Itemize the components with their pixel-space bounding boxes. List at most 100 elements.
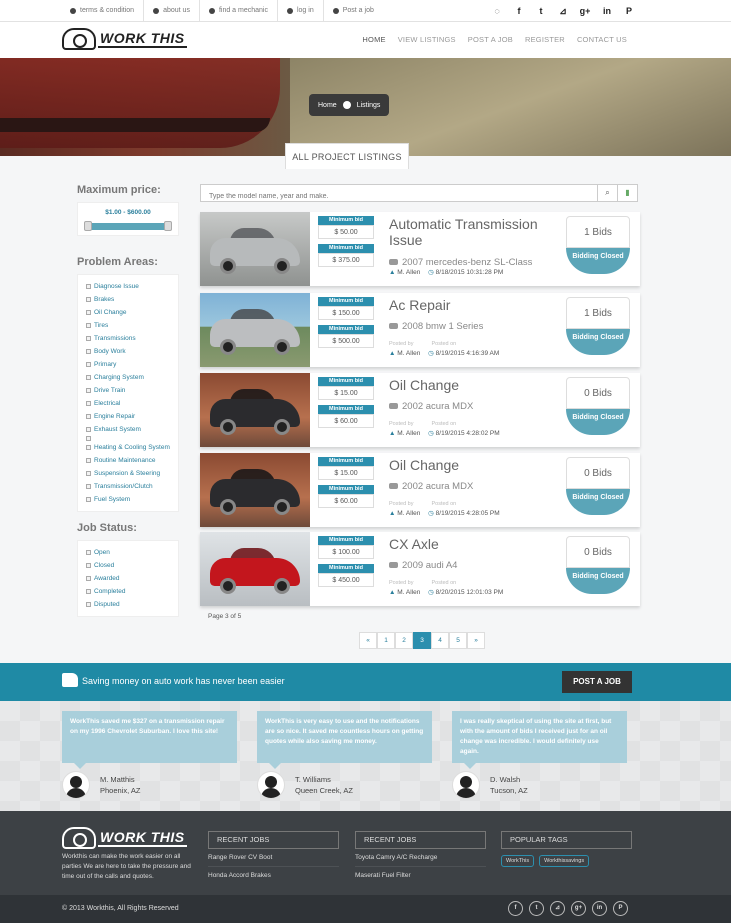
listing-card[interactable]: Minimum bid $ 15.00 Minimum bid $ 60.00 Oil …: [200, 373, 640, 447]
status-checkbox-item[interactable]: Completed: [86, 585, 170, 598]
checkbox[interactable]: [86, 550, 91, 555]
footer-job-link[interactable]: Honda Accord Brakes: [208, 867, 339, 884]
checkbox[interactable]: [86, 414, 91, 419]
posted-by-user[interactable]: M. Allen: [397, 350, 420, 357]
linkedin-icon[interactable]: in: [592, 901, 607, 916]
facebook-icon[interactable]: f: [508, 901, 523, 916]
listing-title[interactable]: Ac Repair: [389, 297, 559, 313]
nav-contact[interactable]: CONTACT US: [577, 35, 627, 44]
tag-workthissavings[interactable]: Workthissavings: [539, 855, 590, 867]
checkbox[interactable]: [86, 602, 91, 607]
page-link[interactable]: 4: [431, 632, 449, 649]
footer-logo[interactable]: WORK THIS: [62, 827, 187, 849]
tag-workthis[interactable]: WorkThis: [501, 855, 535, 867]
listing-title[interactable]: Automatic Transmission Issue: [389, 216, 559, 248]
nav-home[interactable]: HOME: [362, 35, 385, 44]
page-link[interactable]: »: [467, 632, 485, 649]
checkbox[interactable]: [86, 284, 91, 289]
top-link-find-mechanic[interactable]: find a mechanic: [200, 0, 278, 22]
posted-by-user[interactable]: M. Allen: [397, 269, 420, 276]
checkbox[interactable]: [86, 375, 91, 380]
checkbox[interactable]: [86, 297, 91, 302]
problem-checkbox-item[interactable]: Fuel System: [86, 493, 170, 506]
top-link-login[interactable]: log in: [278, 0, 324, 22]
checkbox[interactable]: [86, 436, 91, 441]
listing-card[interactable]: Minimum bid $ 150.00 Minimum bid $ 500.00 Ac…: [200, 293, 640, 367]
status-checkbox-item[interactable]: Disputed: [86, 598, 170, 611]
status-checkbox-item[interactable]: Awarded: [86, 572, 170, 585]
pinterest-icon[interactable]: P: [613, 901, 628, 916]
listing-title[interactable]: Oil Change: [389, 377, 559, 393]
price-track[interactable]: [84, 223, 172, 230]
problem-checkbox-item[interactable]: Charging System: [86, 371, 170, 384]
problem-checkbox-item[interactable]: Routine Maintenance: [86, 454, 170, 467]
problem-checkbox-item[interactable]: Diagnose Issue: [86, 280, 170, 293]
problem-checkbox-item[interactable]: Electrical: [86, 397, 170, 410]
problem-checkbox-item[interactable]: Transmissions: [86, 332, 170, 345]
problem-checkbox-item[interactable]: Primary: [86, 358, 170, 371]
chat-icon[interactable]: ◌: [486, 6, 508, 16]
rss-icon[interactable]: ⊿: [550, 901, 565, 916]
listing-car-image[interactable]: [200, 453, 310, 527]
checkbox[interactable]: [86, 349, 91, 354]
problem-checkbox-item[interactable]: Drive Train: [86, 384, 170, 397]
top-link-post-job[interactable]: Post a job: [324, 0, 383, 22]
top-link-terms[interactable]: terms & condition: [60, 0, 145, 22]
breadcrumb-home[interactable]: Home: [318, 102, 337, 109]
problem-checkbox-item[interactable]: Brakes: [86, 293, 170, 306]
checkbox[interactable]: [86, 362, 91, 367]
price-slider[interactable]: $1.00 - $600.00: [77, 202, 179, 236]
footer-job-link[interactable]: Range Rover CV Boot: [208, 849, 339, 867]
page-link[interactable]: 1: [377, 632, 395, 649]
checkbox[interactable]: [86, 336, 91, 341]
listing-car-image[interactable]: [200, 293, 310, 367]
checkbox[interactable]: [86, 497, 91, 502]
listing-card[interactable]: Minimum bid $ 15.00 Minimum bid $ 60.00 Oil …: [200, 453, 640, 527]
page-link[interactable]: 3: [413, 632, 431, 649]
page-link[interactable]: «: [359, 632, 377, 649]
nav-post-job[interactable]: POST A JOB: [468, 35, 513, 44]
twitter-icon[interactable]: t: [529, 901, 544, 916]
linkedin-icon[interactable]: in: [596, 6, 618, 16]
checkbox[interactable]: [86, 563, 91, 568]
status-checkbox-item[interactable]: Open: [86, 546, 170, 559]
search-icon[interactable]: ⌕: [597, 185, 617, 201]
footer-job-link[interactable]: Toyota Camry A/C Recharge: [355, 849, 486, 867]
checkbox[interactable]: [86, 310, 91, 315]
twitter-icon[interactable]: t: [530, 6, 552, 16]
problem-checkbox-item[interactable]: Tires: [86, 319, 170, 332]
problem-checkbox-item[interactable]: Oil Change: [86, 306, 170, 319]
problem-checkbox-item[interactable]: Body Work: [86, 345, 170, 358]
listing-title[interactable]: Oil Change: [389, 457, 559, 473]
rss-icon[interactable]: ⊿: [552, 6, 574, 17]
nav-view-listings[interactable]: VIEW LISTINGS: [398, 35, 456, 44]
pinterest-icon[interactable]: P: [618, 6, 640, 16]
listing-car-image[interactable]: [200, 212, 310, 286]
posted-by-user[interactable]: M. Allen: [397, 589, 420, 596]
checkbox[interactable]: [86, 445, 91, 450]
googleplus-icon[interactable]: g+: [574, 6, 596, 16]
listing-car-image[interactable]: [200, 532, 310, 606]
checkbox[interactable]: [86, 576, 91, 581]
page-link[interactable]: 2: [395, 632, 413, 649]
listing-title[interactable]: CX Axle: [389, 536, 559, 552]
logo[interactable]: WORK THIS: [62, 28, 187, 50]
posted-by-user[interactable]: M. Allen: [397, 510, 420, 517]
price-min-handle[interactable]: [84, 221, 92, 231]
search-input[interactable]: [201, 189, 591, 205]
page-link[interactable]: 5: [449, 632, 467, 649]
price-max-handle[interactable]: [164, 221, 172, 231]
problem-checkbox-item[interactable]: Exhaust System: [86, 423, 170, 436]
checkbox[interactable]: [86, 388, 91, 393]
checkbox[interactable]: [86, 471, 91, 476]
post-job-button[interactable]: POST A JOB: [562, 671, 632, 693]
problem-checkbox-item[interactable]: Heating & Cooling System: [86, 441, 170, 454]
footer-job-link[interactable]: Maserati Fuel Filter: [355, 867, 486, 884]
trash-icon[interactable]: ▮: [617, 185, 637, 201]
facebook-icon[interactable]: f: [508, 6, 530, 16]
top-link-about[interactable]: about us: [144, 0, 200, 22]
checkbox[interactable]: [86, 323, 91, 328]
checkbox[interactable]: [86, 458, 91, 463]
checkbox[interactable]: [86, 401, 91, 406]
problem-checkbox-item[interactable]: Engine Repair: [86, 410, 170, 423]
